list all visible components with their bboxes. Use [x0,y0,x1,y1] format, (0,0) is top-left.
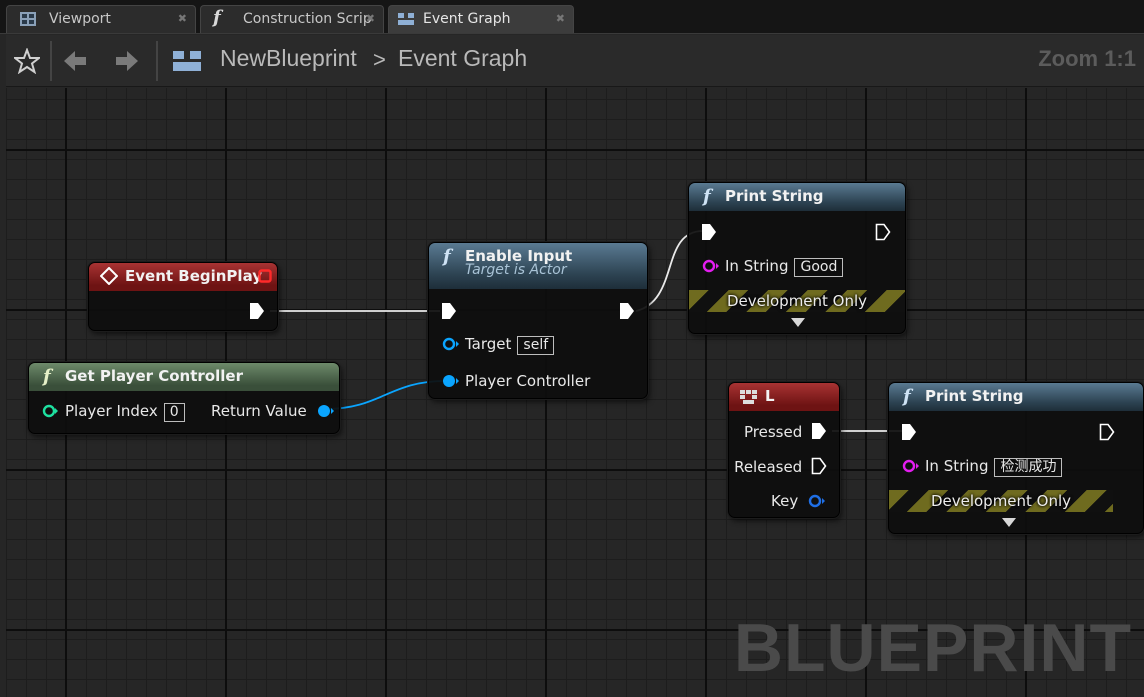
development-only-bar: Development Only [689,290,905,312]
enable-input-node[interactable]: f Enable Input Target is Actor Target sel… [428,242,648,399]
node-header: f Print String [689,183,905,211]
tab-label: Event Graph [423,11,511,27]
released-pin[interactable]: Released [734,457,827,477]
exec-out-pin-icon[interactable] [875,223,891,241]
dev-only-label: Development Only [726,292,868,310]
function-icon: f [213,7,221,28]
node-title: Print String [925,387,1024,405]
string-pin-icon [702,259,719,273]
tab-bar: Viewport ✖ f Construction Scrip ✖ Event … [0,0,1144,34]
key-l-event-node[interactable]: L Pressed Released Key [728,382,840,518]
event-graph-icon [173,51,201,71]
print-string-node[interactable]: f Print String In String 检测成功 Development… [888,382,1144,534]
breadcrumb-current[interactable]: Event Graph [398,45,527,72]
exec-in-pin-icon[interactable] [901,423,917,441]
close-icon[interactable]: ✖ [178,6,187,32]
pin-label: Player Index [65,402,158,420]
function-icon: f [903,386,911,407]
node-header: f Print String [889,383,1143,411]
exec-in-pin-icon[interactable] [701,223,717,241]
back-button[interactable] [58,43,92,79]
function-icon: f [443,246,451,267]
target-input[interactable]: self [517,336,555,355]
pin-label: Player Controller [465,372,591,390]
tab-viewport[interactable]: Viewport ✖ [6,5,196,33]
node-title: Print String [725,187,824,205]
tab-construction-script[interactable]: f Construction Scrip ✖ [200,5,384,33]
node-title: Event BeginPlay [125,267,263,285]
exec-in-pin-icon[interactable] [441,302,457,320]
node-header: f Enable Input Target is Actor [429,243,647,289]
zoom-level: Zoom 1:1 [1038,46,1136,71]
return-value-pin[interactable]: Return Value [211,401,336,421]
toolbar-divider [50,41,52,81]
blueprint-graph-button[interactable] [170,43,204,79]
pin-label: Key [771,492,799,510]
pin-label: Return Value [211,402,307,420]
arrow-right-icon [116,51,138,71]
tab-event-graph[interactable]: Event Graph ✖ [388,5,574,33]
pin-label: In String [725,257,789,275]
delegate-pin-icon[interactable] [258,269,272,283]
int-pin-icon [42,404,58,418]
favorite-button[interactable] [10,43,44,79]
in-string-input[interactable]: 检测成功 [994,458,1063,477]
exec-out-pin-icon[interactable] [1099,423,1115,441]
close-icon[interactable]: ✖ [366,6,375,32]
toolbar-divider [156,41,158,81]
pin-label: Pressed [743,423,803,441]
blueprint-editor: { "tabs": [ {"label": "Viewport", "icon"… [0,0,1144,697]
event-diamond-icon [100,267,118,285]
event-begin-play-node[interactable]: Event BeginPlay [88,262,278,331]
node-header: f Get Player Controller [29,363,339,391]
development-only-bar: Development Only [889,490,1113,512]
tab-label: Viewport [49,11,111,27]
exec-out-pin-icon [812,423,826,439]
target-pin[interactable]: Target self [441,334,555,355]
keyboard-icon [740,390,757,404]
breadcrumb-root[interactable]: NewBlueprint [220,45,357,72]
function-icon: f [43,366,51,387]
close-icon[interactable]: ✖ [556,6,565,32]
graph-toolbar: NewBlueprint > Event Graph Zoom 1:1 [6,35,1144,87]
object-pin-icon [317,405,334,417]
pin-label: Target [465,335,512,353]
function-icon: f [703,186,711,207]
expand-arrow-icon[interactable] [1002,518,1016,527]
dev-only-label: Development Only [930,492,1072,510]
get-player-controller-node[interactable]: f Get Player Controller Player Index 0 Re… [28,362,340,434]
node-title: L [765,387,775,405]
tab-label: Construction Scrip [243,11,372,27]
struct-pin-icon [808,494,825,508]
pin-label: In String [925,457,989,475]
node-subtitle: Target is Actor [465,262,567,278]
graph-watermark: BLUEPRINT [733,610,1132,686]
string-pin-icon [902,459,919,473]
in-string-pin[interactable]: In String Good [701,256,844,277]
in-string-input[interactable]: Good [794,258,844,277]
viewport-icon [20,12,36,26]
node-title: Get Player Controller [65,367,243,385]
player-index-pin[interactable]: Player Index 0 [41,401,185,422]
object-pin-icon [442,337,459,351]
event-graph-icon [398,13,414,25]
pin-label: Released [734,458,803,476]
print-string-node[interactable]: f Print String In String Good Development… [688,182,906,334]
exec-out-pin-icon [811,457,827,475]
breadcrumb-separator-icon: > [373,47,386,72]
object-pin-icon [443,375,459,387]
node-header: Event BeginPlay [89,263,277,291]
key-pin[interactable]: Key [771,491,827,511]
exec-out-pin-icon[interactable] [619,302,635,320]
expand-arrow-icon[interactable] [791,318,805,327]
player-index-input[interactable]: 0 [163,403,185,422]
player-controller-pin[interactable]: Player Controller [441,371,590,391]
exec-out-pin-icon[interactable] [249,302,265,320]
star-icon [14,48,40,74]
pressed-pin[interactable]: Pressed [744,422,827,442]
arrow-left-icon [64,51,86,71]
in-string-pin[interactable]: In String 检测成功 [901,456,1063,477]
forward-button[interactable] [110,43,144,79]
node-header: L [729,383,839,411]
